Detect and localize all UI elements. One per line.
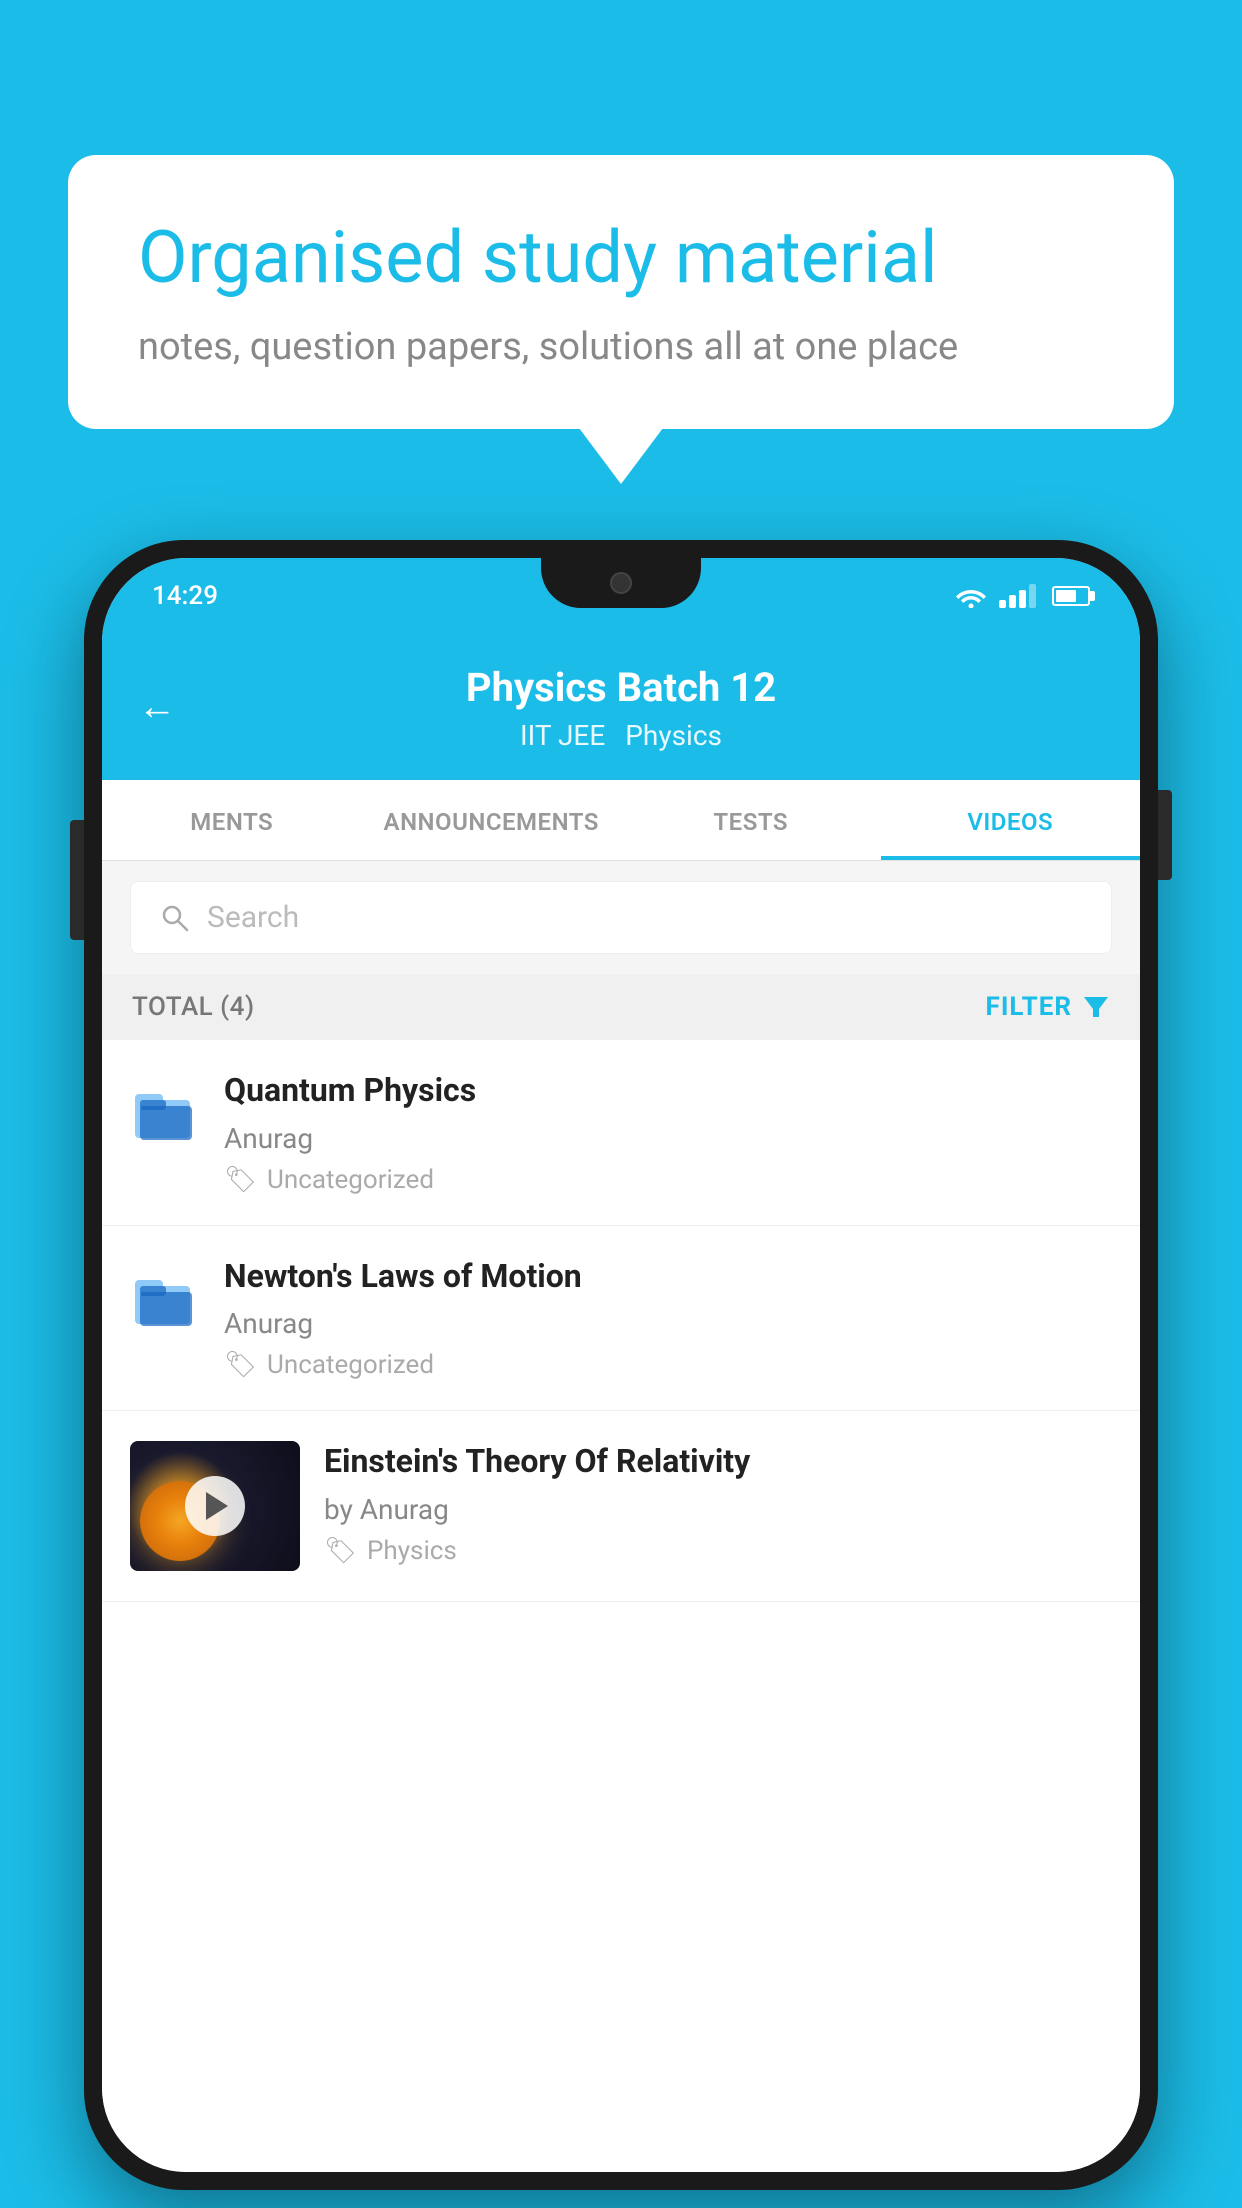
battery-icon: [1052, 586, 1090, 606]
video-title: Quantum Physics: [224, 1070, 1112, 1112]
screen-content: 14:29: [102, 558, 1140, 2172]
video-title: Newton's Laws of Motion: [224, 1256, 1112, 1298]
filter-icon: [1082, 993, 1110, 1021]
list-item[interactable]: Quantum Physics Anurag 🏷 Uncategorized: [102, 1040, 1140, 1226]
folder-icon: [130, 1264, 200, 1334]
tag-label: Physics: [367, 1536, 457, 1566]
header-title: Physics Batch 12: [466, 664, 776, 711]
bubble-subtitle: notes, question papers, solutions all at…: [138, 325, 1104, 369]
notch: [541, 558, 701, 608]
video-thumbnail: [130, 1441, 300, 1571]
video-tag: 🏷 Physics: [324, 1536, 1112, 1566]
play-triangle-icon: [206, 1492, 228, 1520]
video-info: Newton's Laws of Motion Anurag 🏷 Uncateg…: [224, 1256, 1112, 1381]
header-subtitle-iitjee: IIT JEE: [520, 719, 605, 752]
tag-label: Uncategorized: [267, 1165, 434, 1195]
list-item[interactable]: Einstein's Theory Of Relativity by Anura…: [102, 1411, 1140, 1602]
camera-dot: [610, 572, 632, 594]
tag-label: Uncategorized: [267, 1350, 434, 1380]
wifi-icon: [955, 584, 987, 608]
phone-screen: 14:29: [102, 558, 1140, 2172]
speech-bubble-container: Organised study material notes, question…: [68, 155, 1174, 429]
tabs-bar: MENTS ANNOUNCEMENTS TESTS VIDEOS: [102, 780, 1140, 861]
search-icon: [159, 902, 191, 934]
tag-icon: 🏷: [224, 1165, 257, 1195]
total-label: TOTAL (4): [132, 992, 255, 1022]
phone-mockup: 14:29: [84, 540, 1158, 2190]
video-tag: 🏷 Uncategorized: [224, 1350, 1112, 1380]
bubble-title: Organised study material: [138, 215, 1104, 301]
app-header: ← Physics Batch 12 IIT JEE Physics: [102, 634, 1140, 780]
video-list: Quantum Physics Anurag 🏷 Uncategorized: [102, 1040, 1140, 2172]
status-time: 14:29: [152, 581, 218, 611]
play-button[interactable]: [185, 1476, 245, 1536]
search-container: Search: [102, 861, 1140, 974]
phone-outer: 14:29: [84, 540, 1158, 2190]
speech-bubble: Organised study material notes, question…: [68, 155, 1174, 429]
signal-icon: [999, 584, 1036, 608]
video-author: by Anurag: [324, 1493, 1112, 1526]
tag-icon: 🏷: [324, 1536, 357, 1566]
search-bar[interactable]: Search: [130, 881, 1112, 954]
video-info: Quantum Physics Anurag 🏷 Uncategorized: [224, 1070, 1112, 1195]
back-button[interactable]: ←: [138, 685, 176, 729]
status-bar: 14:29: [102, 558, 1140, 634]
video-author: Anurag: [224, 1122, 1112, 1155]
header-subtitle: IIT JEE Physics: [520, 719, 722, 752]
folder-icon: [130, 1078, 200, 1148]
filter-bar: TOTAL (4) FILTER: [102, 974, 1140, 1040]
tab-ments[interactable]: MENTS: [102, 780, 362, 860]
tag-icon: 🏷: [224, 1350, 257, 1380]
status-icons: [955, 584, 1090, 608]
search-input[interactable]: Search: [207, 900, 299, 935]
video-author: Anurag: [224, 1307, 1112, 1340]
tab-videos[interactable]: VIDEOS: [881, 780, 1141, 860]
video-info: Einstein's Theory Of Relativity by Anura…: [324, 1441, 1112, 1566]
video-title: Einstein's Theory Of Relativity: [324, 1441, 1112, 1483]
tab-announcements[interactable]: ANNOUNCEMENTS: [362, 780, 622, 860]
header-subtitle-physics: Physics: [625, 719, 722, 752]
video-tag: 🏷 Uncategorized: [224, 1165, 1112, 1195]
list-item[interactable]: Newton's Laws of Motion Anurag 🏷 Uncateg…: [102, 1226, 1140, 1412]
filter-button[interactable]: FILTER: [986, 992, 1110, 1022]
tab-tests[interactable]: TESTS: [621, 780, 881, 860]
